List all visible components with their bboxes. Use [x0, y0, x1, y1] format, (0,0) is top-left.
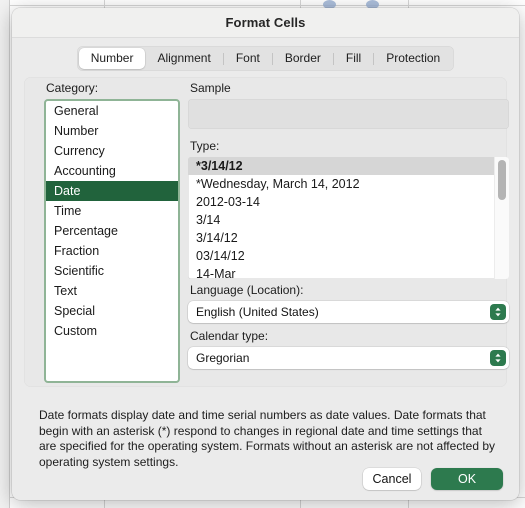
tab-fill[interactable]: Fill: [334, 48, 373, 69]
category-item-date[interactable]: Date: [46, 181, 178, 201]
type-list[interactable]: *3/14/12 *Wednesday, March 14, 2012 2012…: [188, 157, 509, 279]
dialog-titlebar: Format Cells: [12, 8, 519, 38]
category-item-accounting[interactable]: Accounting: [46, 161, 178, 181]
calendar-label: Calendar type:: [190, 329, 269, 343]
calendar-value: Gregorian: [196, 351, 250, 365]
category-item-special[interactable]: Special: [46, 301, 178, 321]
type-item-2[interactable]: 2012-03-14: [188, 193, 495, 211]
number-tab-panel: Category: General Number Currency Accoun…: [24, 77, 509, 387]
tabbar: Number Alignment Font Border Fill Protec…: [76, 46, 455, 71]
screen: Format Cells Number Alignment Font Borde…: [0, 0, 525, 508]
category-item-fraction[interactable]: Fraction: [46, 241, 178, 261]
tab-number[interactable]: Number: [78, 48, 146, 69]
tab-alignment[interactable]: Alignment: [145, 48, 222, 69]
type-item-1[interactable]: *Wednesday, March 14, 2012: [188, 175, 495, 193]
tab-border[interactable]: Border: [273, 48, 333, 69]
sample-value-box: [188, 99, 509, 129]
chevron-updown-icon[interactable]: [490, 350, 506, 366]
category-item-percentage[interactable]: Percentage: [46, 221, 178, 241]
type-label: Type:: [190, 139, 220, 153]
tab-font[interactable]: Font: [224, 48, 272, 69]
type-item-5[interactable]: 03/14/12: [188, 247, 495, 265]
language-select[interactable]: English (United States): [188, 301, 509, 323]
category-item-currency[interactable]: Currency: [46, 141, 178, 161]
format-cells-dialog: Format Cells Number Alignment Font Borde…: [12, 8, 519, 500]
language-label: Language (Location):: [190, 283, 304, 297]
type-item-3[interactable]: 3/14: [188, 211, 495, 229]
row-separator: [0, 5, 525, 6]
tabbar-container: Number Alignment Font Border Fill Protec…: [12, 38, 519, 77]
dialog-button-row: Cancel OK: [363, 468, 503, 490]
cancel-button[interactable]: Cancel: [363, 468, 421, 490]
type-list-scrollbar[interactable]: [494, 157, 509, 279]
dialog-title: Format Cells: [225, 15, 306, 30]
category-item-scientific[interactable]: Scientific: [46, 261, 178, 281]
category-item-time[interactable]: Time: [46, 201, 178, 221]
tab-protection[interactable]: Protection: [374, 48, 452, 69]
calendar-select[interactable]: Gregorian: [188, 347, 509, 369]
type-item-0[interactable]: *3/14/12: [188, 157, 495, 175]
row-header-strip: [0, 0, 10, 508]
ok-button[interactable]: OK: [431, 468, 503, 490]
type-list-items: *3/14/12 *Wednesday, March 14, 2012 2012…: [188, 157, 495, 279]
category-label: Category:: [46, 81, 99, 95]
type-item-4[interactable]: 3/14/12: [188, 229, 495, 247]
type-item-6[interactable]: 14-Mar: [188, 265, 495, 279]
category-item-general[interactable]: General: [46, 101, 178, 121]
category-list[interactable]: General Number Currency Accounting Date …: [44, 99, 180, 383]
sample-label: Sample: [190, 81, 231, 95]
language-value: English (United States): [196, 305, 319, 319]
format-description: Date formats display date and time seria…: [39, 408, 496, 469]
chevron-updown-icon[interactable]: [490, 304, 506, 320]
category-item-text[interactable]: Text: [46, 281, 178, 301]
category-item-number[interactable]: Number: [46, 121, 178, 141]
category-item-custom[interactable]: Custom: [46, 321, 178, 341]
type-list-scrollbar-thumb[interactable]: [498, 160, 506, 200]
